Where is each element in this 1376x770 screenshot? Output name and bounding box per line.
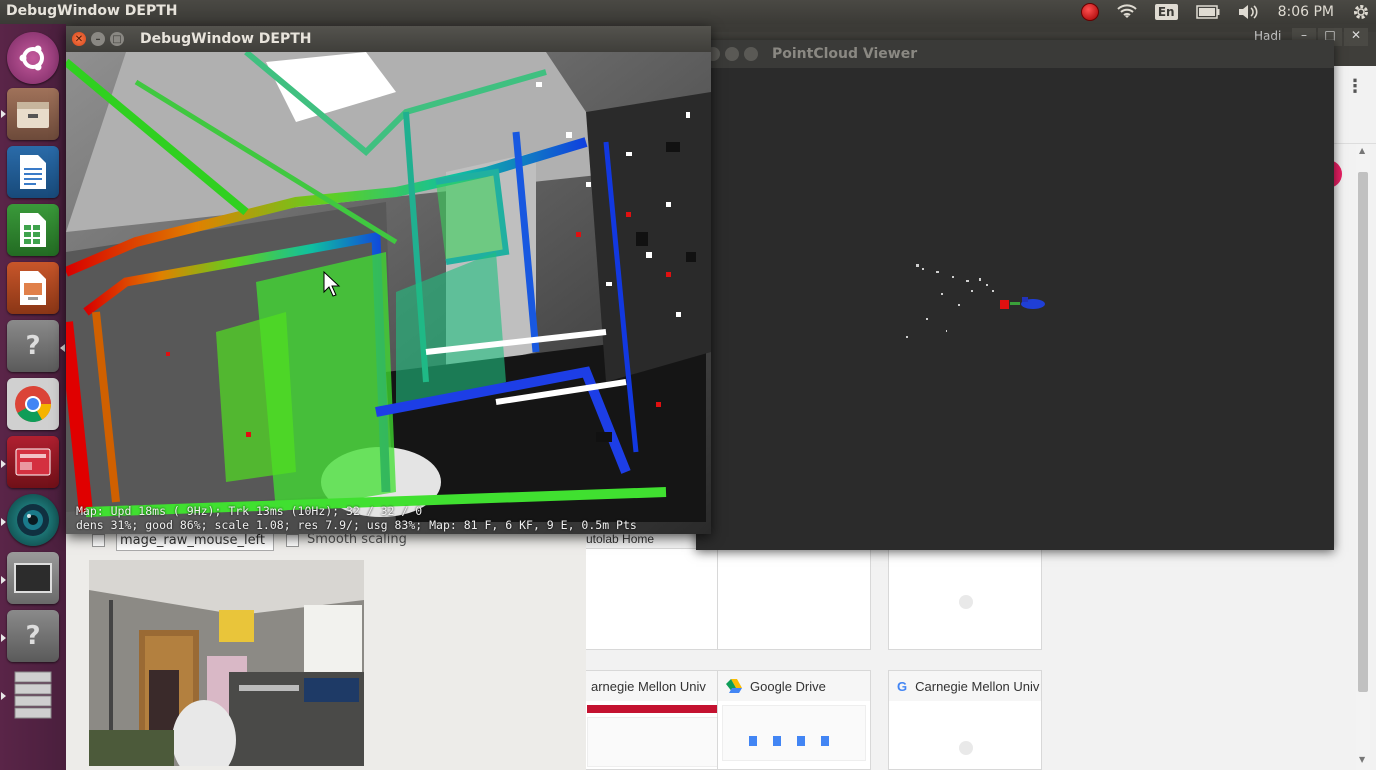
- pointcloud-title: PointCloud Viewer: [772, 46, 918, 62]
- bookmark-autolab[interactable]: utolab Home: [586, 532, 654, 546]
- terminal-icon[interactable]: [7, 552, 59, 604]
- shortcut-tile[interactable]: [582, 548, 736, 650]
- image-view-window: mage_raw_mouse_left Smooth scaling: [66, 531, 586, 770]
- maximize-icon[interactable]: □: [110, 32, 124, 46]
- google-g-icon: G: [897, 678, 908, 694]
- ubuntu-dash-icon[interactable]: [7, 32, 59, 84]
- scrollbar-up-arrow[interactable]: ▲: [1359, 146, 1365, 155]
- topic-field[interactable]: mage_raw_mouse_left: [116, 531, 274, 551]
- shortcut-tile-cmu-1[interactable]: arnegie Mellon Univ: [582, 670, 736, 770]
- tile-label: Google Drive: [750, 678, 826, 694]
- clock[interactable]: 8:06 PM: [1278, 4, 1334, 20]
- google-drive-icon: [726, 679, 742, 693]
- help-icon-2[interactable]: ?: [7, 610, 59, 662]
- chrome-menu-icon[interactable]: ⋮: [1346, 76, 1364, 97]
- scrollbar-down-arrow[interactable]: ▼: [1359, 755, 1365, 764]
- keyboard-layout-indicator[interactable]: En: [1154, 4, 1178, 20]
- system-tray: En 8:06 PM: [1072, 0, 1376, 24]
- tile-label: Carnegie Mellon Univ: [915, 678, 1040, 694]
- libreoffice-impress-icon[interactable]: [7, 262, 59, 314]
- chrome-scrollbar[interactable]: ▲ ▼: [1356, 144, 1370, 770]
- camera-viewer-icon[interactable]: [7, 494, 59, 546]
- libreoffice-writer-icon[interactable]: [7, 146, 59, 198]
- files-icon[interactable]: [7, 88, 59, 140]
- shortcut-tile-cmu-2[interactable]: G Carnegie Mellon Univ: [888, 670, 1042, 770]
- help-icon[interactable]: ?: [7, 320, 59, 372]
- system-monitor-icon[interactable]: [7, 436, 59, 488]
- launcher: ? ?: [0, 24, 66, 770]
- minimize-icon[interactable]: [725, 47, 739, 61]
- tile-label: arnegie Mellon Univ: [591, 678, 706, 694]
- pointcloud-viewer-window: PointCloud Viewer: [696, 40, 1334, 550]
- pointcloud-titlebar[interactable]: PointCloud Viewer: [696, 40, 1334, 68]
- debug-depth-window: ✕ – □ DebugWindow DEPTH Map: Upd 18ms (…: [66, 26, 711, 534]
- wifi-icon[interactable]: [1117, 4, 1137, 20]
- pointcloud-canvas[interactable]: [696, 68, 1334, 550]
- close-icon[interactable]: ✕: [1344, 28, 1368, 46]
- chrome-icon[interactable]: [7, 378, 59, 430]
- minimize-icon[interactable]: –: [91, 32, 105, 46]
- status-line-1: Map: Upd 18ms ( 9Hz); Trk 13ms (10Hz); 3…: [76, 504, 423, 518]
- topic-checkbox[interactable]: [92, 534, 105, 547]
- workspaces-icon[interactable]: [7, 668, 59, 720]
- close-icon[interactable]: ✕: [72, 32, 86, 46]
- active-app-title: DebugWindow DEPTH: [6, 3, 178, 19]
- smooth-scaling-label: Smooth scaling: [307, 532, 407, 547]
- smooth-scaling-checkbox[interactable]: [286, 534, 299, 547]
- gear-icon[interactable]: [1352, 3, 1370, 21]
- volume-icon[interactable]: [1238, 4, 1260, 20]
- maximize-icon[interactable]: [744, 47, 758, 61]
- shortcut-tile[interactable]: [888, 548, 1042, 650]
- shortcut-tile-google-drive[interactable]: Google Drive: [717, 670, 871, 770]
- scrollbar-thumb[interactable]: [1358, 172, 1368, 692]
- camera-image[interactable]: [89, 560, 364, 766]
- status-line-2: dens 31%; good 86%; scale 1.08; res 7.9/…: [76, 518, 637, 532]
- depth-window-title: DebugWindow DEPTH: [140, 31, 312, 47]
- depth-visualization[interactable]: Map: Upd 18ms ( 9Hz); Trk 13ms (10Hz); 3…: [66, 52, 711, 534]
- top-panel: DebugWindow DEPTH En 8:06 PM: [0, 0, 1376, 24]
- shortcut-tile[interactable]: [717, 548, 871, 650]
- libreoffice-calc-icon[interactable]: [7, 204, 59, 256]
- depth-titlebar[interactable]: ✕ – □ DebugWindow DEPTH: [66, 26, 711, 52]
- record-indicator-icon[interactable]: [1080, 3, 1099, 21]
- battery-icon[interactable]: [1195, 5, 1220, 19]
